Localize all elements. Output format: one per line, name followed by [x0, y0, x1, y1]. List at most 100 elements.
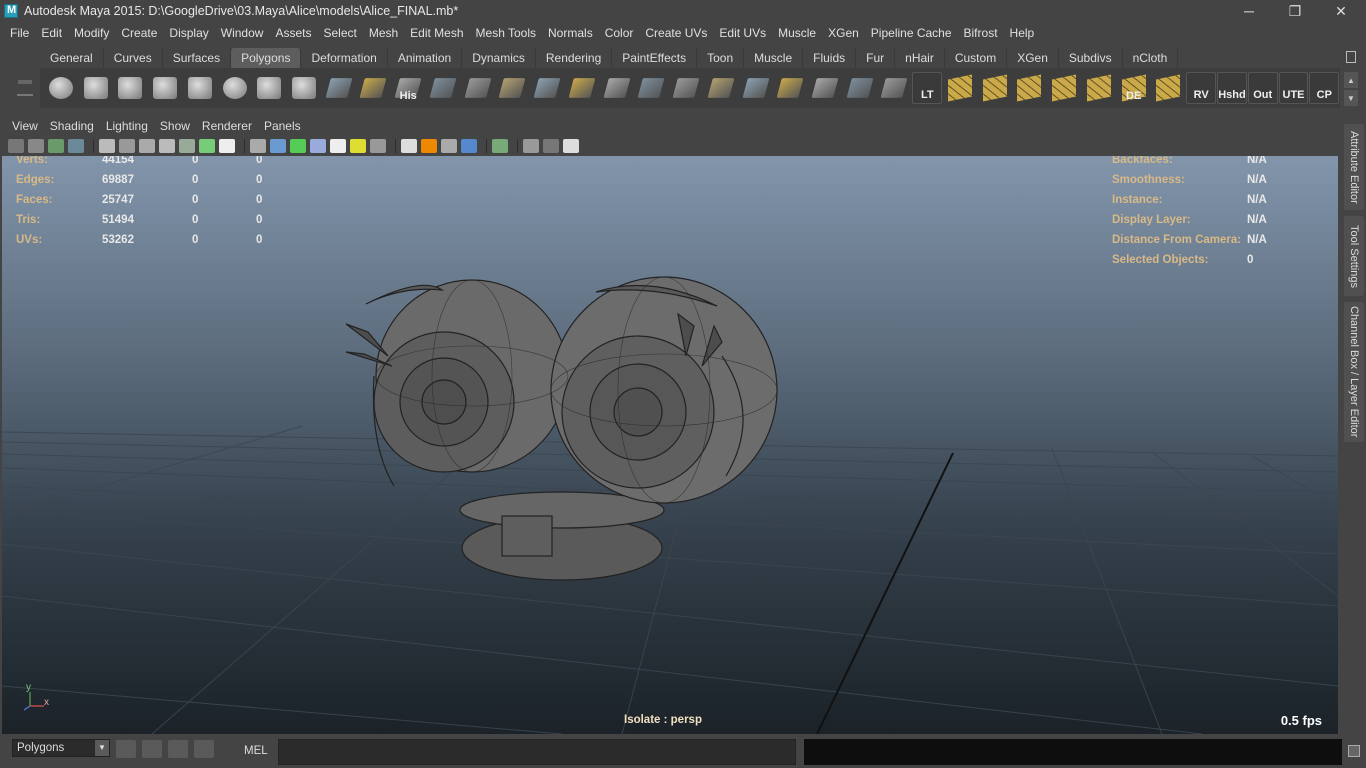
- uv-editor-icon[interactable]: [1082, 72, 1116, 104]
- panel-menu-panels[interactable]: Panels: [258, 119, 307, 133]
- shelf-tab-toon[interactable]: Toon: [697, 48, 745, 68]
- trash-icon[interactable]: [1346, 51, 1356, 63]
- create-polygon-tool-icon[interactable]: [322, 72, 356, 104]
- maximize-button[interactable]: ❐: [1272, 0, 1318, 22]
- uv-planar-icon[interactable]: [943, 72, 977, 104]
- menu-bifrost[interactable]: Bifrost: [958, 26, 1004, 40]
- shelf-tab-general[interactable]: General: [40, 48, 104, 68]
- de-shelf-button[interactable]: DE: [1117, 72, 1151, 104]
- menu-set-dropdown[interactable]: Polygons ▼: [12, 739, 110, 757]
- menu-edit-mesh[interactable]: Edit Mesh: [404, 26, 469, 40]
- panel-menu-lighting[interactable]: Lighting: [100, 119, 154, 133]
- grid-toggle-icon[interactable]: [99, 139, 115, 153]
- default-material-icon[interactable]: [310, 139, 326, 153]
- uv-spherical-icon[interactable]: [1013, 72, 1047, 104]
- wireframe-on-shaded-icon[interactable]: [290, 139, 306, 153]
- depth-of-field-icon[interactable]: [461, 139, 477, 153]
- motion-blur-icon[interactable]: [421, 139, 437, 153]
- history-icon[interactable]: His: [391, 72, 425, 104]
- ambient-occlusion-icon[interactable]: [401, 139, 417, 153]
- xray-icon[interactable]: [523, 139, 539, 153]
- pivot-icon[interactable]: [878, 72, 912, 104]
- shelf-menu-icon[interactable]: [17, 94, 33, 96]
- menu-pipeline-cache[interactable]: Pipeline Cache: [865, 26, 958, 40]
- field-chart-icon[interactable]: [179, 139, 195, 153]
- menu-window[interactable]: Window: [215, 26, 270, 40]
- lt-shelf-button[interactable]: LT: [912, 72, 943, 104]
- shelf-tab-painteffects[interactable]: PaintEffects: [612, 48, 698, 68]
- menu-mesh[interactable]: Mesh: [363, 26, 404, 40]
- menu-mesh-tools[interactable]: Mesh Tools: [470, 26, 542, 40]
- menu-edit[interactable]: Edit: [35, 26, 68, 40]
- render-view-icon[interactable]: [142, 740, 162, 758]
- outliner-icon[interactable]: [168, 740, 188, 758]
- shelf-tab-dynamics[interactable]: Dynamics: [462, 48, 536, 68]
- extrude-icon[interactable]: [426, 72, 460, 104]
- xray-joints-icon[interactable]: [543, 139, 559, 153]
- menu-create-uvs[interactable]: Create UVs: [639, 26, 713, 40]
- uv-layout-icon[interactable]: [1152, 72, 1186, 104]
- shelf-tab-animation[interactable]: Animation: [387, 48, 463, 68]
- film-gate-icon[interactable]: [119, 139, 135, 153]
- sculpt-tool-icon[interactable]: [704, 72, 738, 104]
- shelf-tab-rendering[interactable]: Rendering: [535, 48, 613, 68]
- insert-edge-loop-icon[interactable]: [565, 72, 599, 104]
- poly-cylinder-icon[interactable]: [113, 72, 147, 104]
- shelf-tab-xgen[interactable]: XGen: [1007, 48, 1059, 68]
- menu-display[interactable]: Display: [163, 26, 214, 40]
- shelf-scroll-down-icon[interactable]: ▼: [1344, 90, 1358, 106]
- shelf-tab-muscle[interactable]: Muscle: [744, 48, 804, 68]
- append-polygon-icon[interactable]: [357, 72, 391, 104]
- lattice-icon[interactable]: [773, 72, 807, 104]
- snap-icon[interactable]: [116, 740, 136, 758]
- hypershade-icon[interactable]: [194, 740, 214, 758]
- mel-label[interactable]: MEL: [244, 745, 268, 757]
- bookmark-icon[interactable]: [48, 139, 64, 153]
- image-plane-icon[interactable]: [68, 139, 84, 153]
- shelf-tab-nhair[interactable]: nHair: [895, 48, 945, 68]
- shelf-tab-fluids[interactable]: Fluids: [803, 48, 857, 68]
- xray-components-icon[interactable]: [563, 139, 579, 153]
- menu-modify[interactable]: Modify: [68, 26, 115, 40]
- separate-icon[interactable]: [634, 72, 668, 104]
- textured-icon[interactable]: [330, 139, 346, 153]
- camera-attributes-icon[interactable]: [28, 139, 44, 153]
- side-tab-attribute-editor[interactable]: Attribute Editor: [1344, 124, 1364, 210]
- poly-torus-icon[interactable]: [218, 72, 252, 104]
- script-editor-icon[interactable]: [1348, 745, 1360, 757]
- bridge-icon[interactable]: [496, 72, 530, 104]
- menu-assets[interactable]: Assets: [269, 26, 317, 40]
- menu-normals[interactable]: Normals: [542, 26, 599, 40]
- soft-modification-icon[interactable]: [843, 72, 877, 104]
- poly-cube-icon[interactable]: [79, 72, 113, 104]
- bevel-icon[interactable]: [461, 72, 495, 104]
- poly-cone-icon[interactable]: [148, 72, 182, 104]
- menu-xgen[interactable]: XGen: [822, 26, 865, 40]
- rv-shelf-button[interactable]: RV: [1186, 72, 1217, 104]
- out-shelf-button[interactable]: Out: [1247, 72, 1278, 104]
- menu-file[interactable]: File: [4, 26, 35, 40]
- menu-edit-uvs[interactable]: Edit UVs: [713, 26, 772, 40]
- use-all-lights-icon[interactable]: [350, 139, 366, 153]
- resolution-gate-icon[interactable]: [139, 139, 155, 153]
- shelf-tab-ncloth[interactable]: nCloth: [1122, 48, 1179, 68]
- smooth-shade-icon[interactable]: [270, 139, 286, 153]
- universal-manipulator-icon[interactable]: [808, 72, 842, 104]
- shelf-tab-polygons[interactable]: Polygons: [231, 48, 302, 68]
- shelf-tab-subdivs[interactable]: Subdivs: [1058, 48, 1123, 68]
- ute-shelf-button[interactable]: UTE: [1278, 72, 1309, 104]
- poly-pipe-icon[interactable]: [287, 72, 321, 104]
- safe-title-icon[interactable]: [219, 139, 235, 153]
- menu-help[interactable]: Help: [1004, 26, 1041, 40]
- menu-color[interactable]: Color: [599, 26, 640, 40]
- side-tab-channel-box[interactable]: Channel Box / Layer Editor: [1344, 302, 1364, 442]
- poly-plane-icon[interactable]: [183, 72, 217, 104]
- menu-create[interactable]: Create: [115, 26, 163, 40]
- combine-icon[interactable]: [600, 72, 634, 104]
- menu-muscle[interactable]: Muscle: [772, 26, 822, 40]
- paint-tool-icon[interactable]: [739, 72, 773, 104]
- cp-shelf-button[interactable]: CP: [1309, 72, 1340, 104]
- panel-menu-show[interactable]: Show: [154, 119, 196, 133]
- split-icon[interactable]: [530, 72, 564, 104]
- shadows-icon[interactable]: [370, 139, 386, 153]
